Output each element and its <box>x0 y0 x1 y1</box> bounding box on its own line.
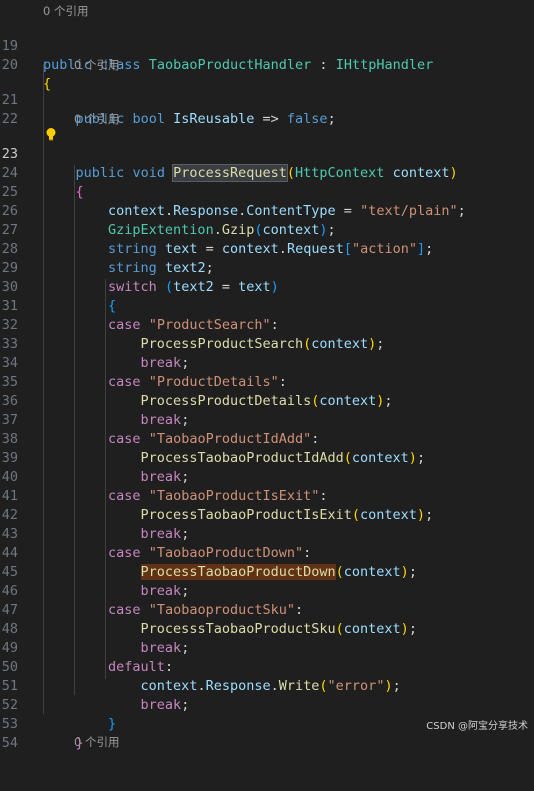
code-line[interactable]: 30 { <box>0 259 534 314</box>
code-line[interactable]: 24 { <box>0 145 534 200</box>
code-line[interactable]: 27 string text = context.Request["action… <box>0 202 534 257</box>
class-name: TaobaoProductHandler <box>148 57 312 73</box>
code-line[interactable]: 39 break; <box>0 430 534 485</box>
code-line[interactable]: 32 ProcessProductSearch(context); <box>0 297 534 352</box>
watermark: CSDN @阿宝分享技术 <box>426 721 528 732</box>
codelens-references[interactable]: 0 个引用 <box>74 733 119 751</box>
code-line[interactable]: 44 ProcessTaobaoProductDown(context); <box>0 525 534 580</box>
code-line[interactable]: 29 switch (text2 = text) <box>0 240 534 295</box>
code-line[interactable]: 23 public void ProcessRequest(HttpContex… <box>0 126 534 182</box>
code-line[interactable]: 51 break; <box>0 658 534 713</box>
code-line[interactable]: 34 case "ProductDetails": <box>0 335 534 390</box>
code-line[interactable]: 38 ProcessTaobaoProductIdAdd(context); <box>0 411 534 466</box>
code-line[interactable]: 47 ProcesssTaobaoProductSku(context); <box>0 582 534 637</box>
code-editor[interactable]: 0 个引用 19 public class TaobaoProductHandl… <box>0 0 534 751</box>
code-line[interactable]: 43 case "TaobaoProductDown": <box>0 506 534 561</box>
code-line[interactable]: 46 case "TaobaoproductSku": <box>0 563 534 618</box>
code-line[interactable]: 20 { <box>0 37 534 92</box>
code-line[interactable]: 35 ProcessProductDetails(context); <box>0 354 534 409</box>
code-line[interactable]: 49 default: <box>0 620 534 675</box>
code-line[interactable]: 36 break; <box>0 373 534 428</box>
code-line[interactable]: 45 break; <box>0 544 534 599</box>
code-line[interactable]: 25 context.Response.ContentType = "text/… <box>0 164 534 219</box>
code-line[interactable]: 19 public class TaobaoProductHandler : I… <box>0 18 534 73</box>
code-line[interactable]: 22 <box>0 91 534 127</box>
code-line[interactable]: 37 case "TaobaoProductIdAdd": <box>0 392 534 447</box>
code-line[interactable]: 31 case "ProductSearch": <box>0 278 534 333</box>
code-line[interactable]: 26 GzipExtention.Gzip(context); <box>0 183 534 238</box>
code-line[interactable]: 42 break; <box>0 487 534 542</box>
code-line[interactable]: 53 } <box>0 696 534 751</box>
line-number: 54 <box>1 735 18 751</box>
code-line[interactable]: 50 context.Response.Write("error"); <box>0 639 534 694</box>
code-line[interactable]: 21 public bool IsReusable => false; <box>0 72 534 127</box>
code-line[interactable]: 48 break; <box>0 601 534 656</box>
code-line[interactable]: 33 break; <box>0 316 534 371</box>
code-line[interactable]: 41 ProcessTaobaoProductIsExit(context); <box>0 468 534 523</box>
code-line[interactable]: 52 } <box>0 677 534 732</box>
code-line[interactable]: 40 case "TaobaoProductIsExit": <box>0 449 534 504</box>
code-line[interactable]: 28 string text2; <box>0 221 534 276</box>
